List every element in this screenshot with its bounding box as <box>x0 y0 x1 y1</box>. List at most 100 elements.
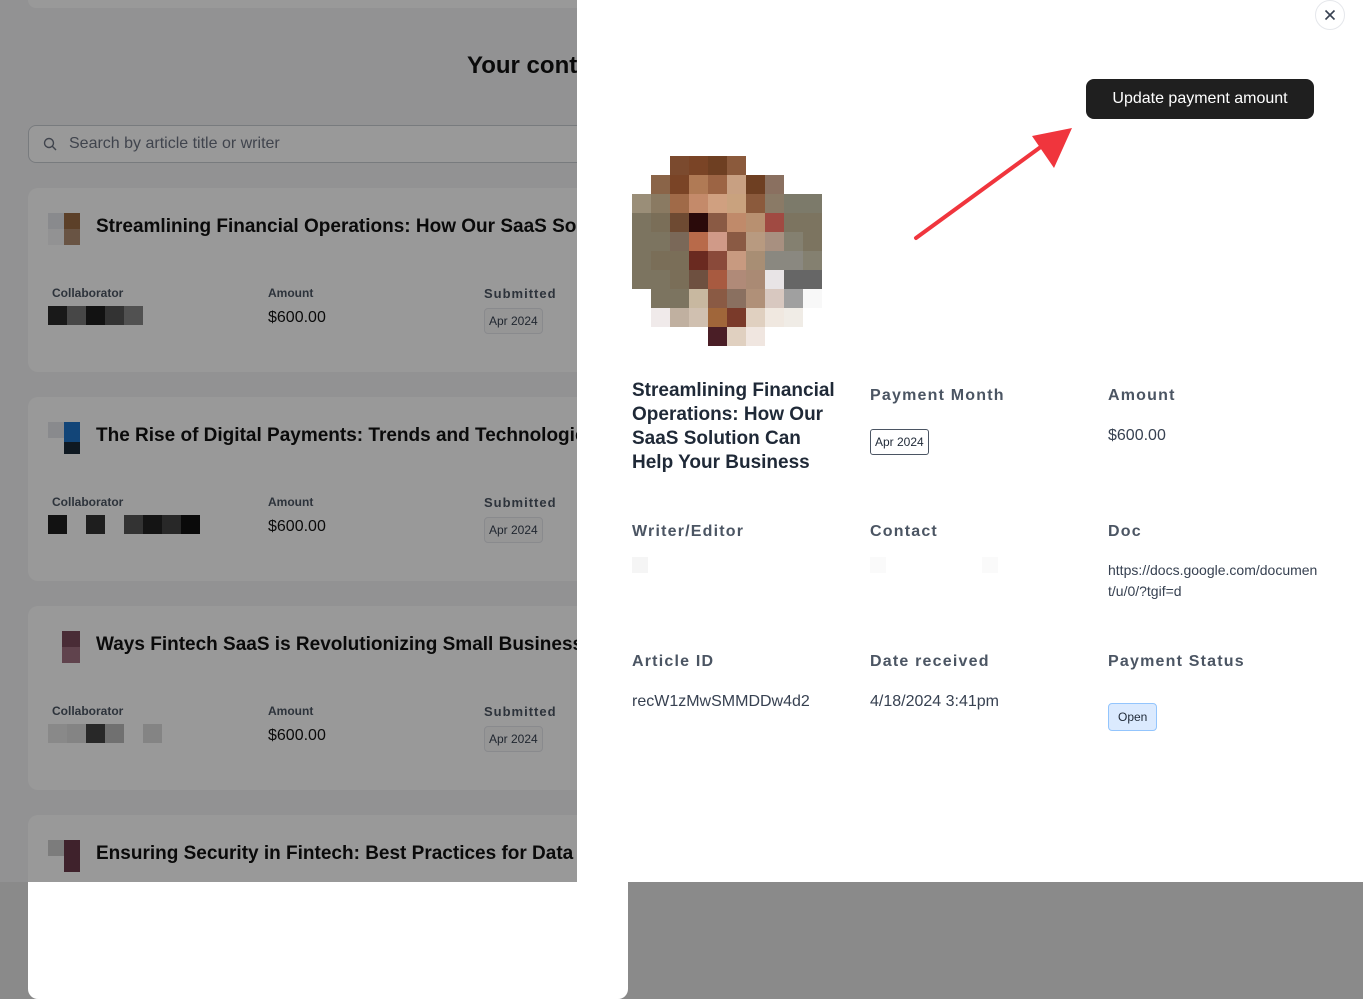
avatar-pixel <box>708 156 727 175</box>
amount-value: $600.00 <box>1108 427 1166 444</box>
avatar-pixel <box>689 251 708 270</box>
avatar-pixel <box>651 213 670 232</box>
avatar-pixel <box>670 232 689 251</box>
avatar-pixel <box>746 251 765 270</box>
avatar-pixel <box>670 270 689 289</box>
avatar-pixel <box>765 308 784 327</box>
avatar-pixel <box>670 251 689 270</box>
avatar-pixel <box>727 251 746 270</box>
doc-link[interactable]: https://docs.google.com/document/u/0/?tg… <box>1108 560 1323 602</box>
avatar-pixel <box>803 308 822 327</box>
payment-month-label: Payment Month <box>870 387 1005 404</box>
avatar-pixel <box>651 251 670 270</box>
avatar-pixel <box>727 270 746 289</box>
article-detail-drawer: Update payment amount Streamlining Finan… <box>577 0 1363 882</box>
payment-month-value: Apr 2024 <box>870 429 929 455</box>
avatar-pixel <box>784 194 803 213</box>
avatar-pixel <box>689 232 708 251</box>
avatar-pixel <box>746 194 765 213</box>
avatar-pixel <box>784 308 803 327</box>
avatar-pixel <box>632 270 651 289</box>
avatar-pixel <box>689 194 708 213</box>
avatar-pixel <box>670 194 689 213</box>
avatar-pixel <box>632 213 651 232</box>
avatar-pixel <box>784 327 803 346</box>
avatar-pixel <box>727 289 746 308</box>
avatar-pixel <box>746 175 765 194</box>
avatar-pixel <box>746 232 765 251</box>
writer-avatar <box>632 156 822 346</box>
avatar-pixel <box>727 175 746 194</box>
close-icon <box>1324 9 1336 21</box>
avatar-pixel <box>765 194 784 213</box>
avatar-pixel <box>784 232 803 251</box>
doc-label: Doc <box>1108 523 1142 540</box>
avatar-pixel <box>632 251 651 270</box>
avatar-pixel <box>765 175 784 194</box>
writer-editor-value <box>632 557 648 573</box>
avatar-pixel <box>670 156 689 175</box>
modal-overlay[interactable] <box>0 0 577 882</box>
avatar-pixel <box>632 175 651 194</box>
avatar-pixel <box>689 270 708 289</box>
avatar-pixel <box>708 232 727 251</box>
avatar-pixel <box>632 308 651 327</box>
avatar-pixel <box>708 175 727 194</box>
avatar-pixel <box>765 289 784 308</box>
avatar-pixel <box>651 270 670 289</box>
avatar-pixel <box>651 194 670 213</box>
avatar-pixel <box>746 289 765 308</box>
avatar-pixel <box>708 213 727 232</box>
contact-label: Contact <box>870 523 938 540</box>
avatar-pixel <box>708 251 727 270</box>
avatar-pixel <box>746 270 765 289</box>
avatar-pixel <box>784 251 803 270</box>
avatar-pixel <box>727 213 746 232</box>
avatar-pixel <box>746 213 765 232</box>
amount-label: Amount <box>1108 387 1176 404</box>
close-button[interactable] <box>1315 0 1345 30</box>
avatar-pixel <box>727 308 746 327</box>
article-title: Streamlining Financial Operations: How O… <box>632 380 835 473</box>
avatar-pixel <box>651 232 670 251</box>
writer-editor-label: Writer/Editor <box>632 523 745 540</box>
avatar-pixel <box>765 213 784 232</box>
avatar-pixel <box>803 289 822 308</box>
avatar-pixel <box>765 270 784 289</box>
contact-value <box>870 557 998 573</box>
date-received-label: Date received <box>870 653 990 670</box>
avatar-pixel <box>651 327 670 346</box>
avatar-pixel <box>765 327 784 346</box>
avatar-pixel <box>746 156 765 175</box>
avatar-pixel <box>632 289 651 308</box>
avatar-pixel <box>689 308 708 327</box>
avatar-pixel <box>708 327 727 346</box>
avatar-pixel <box>651 175 670 194</box>
payment-status-label: Payment Status <box>1108 653 1245 670</box>
avatar-pixel <box>689 289 708 308</box>
avatar-pixel <box>803 270 822 289</box>
update-payment-amount-button[interactable]: Update payment amount <box>1086 79 1314 119</box>
avatar-pixel <box>670 327 689 346</box>
avatar-pixel <box>708 194 727 213</box>
red-arrow-annotation <box>914 128 1072 240</box>
avatar-pixel <box>803 232 822 251</box>
avatar-pixel <box>689 156 708 175</box>
avatar-pixel <box>727 156 746 175</box>
avatar-pixel <box>727 327 746 346</box>
article-id-label: Article ID <box>632 653 715 670</box>
avatar-pixel <box>765 156 784 175</box>
avatar-pixel <box>803 327 822 346</box>
avatar-pixel <box>803 156 822 175</box>
avatar-pixel <box>651 156 670 175</box>
avatar-pixel <box>689 327 708 346</box>
avatar-pixel <box>651 308 670 327</box>
avatar-pixel <box>803 175 822 194</box>
avatar-pixel <box>651 289 670 308</box>
avatar-pixel <box>632 327 651 346</box>
avatar-pixel <box>784 289 803 308</box>
payment-status-badge: Open <box>1108 703 1158 731</box>
avatar-pixel <box>765 251 784 270</box>
avatar-pixel <box>784 213 803 232</box>
avatar-pixel <box>632 232 651 251</box>
